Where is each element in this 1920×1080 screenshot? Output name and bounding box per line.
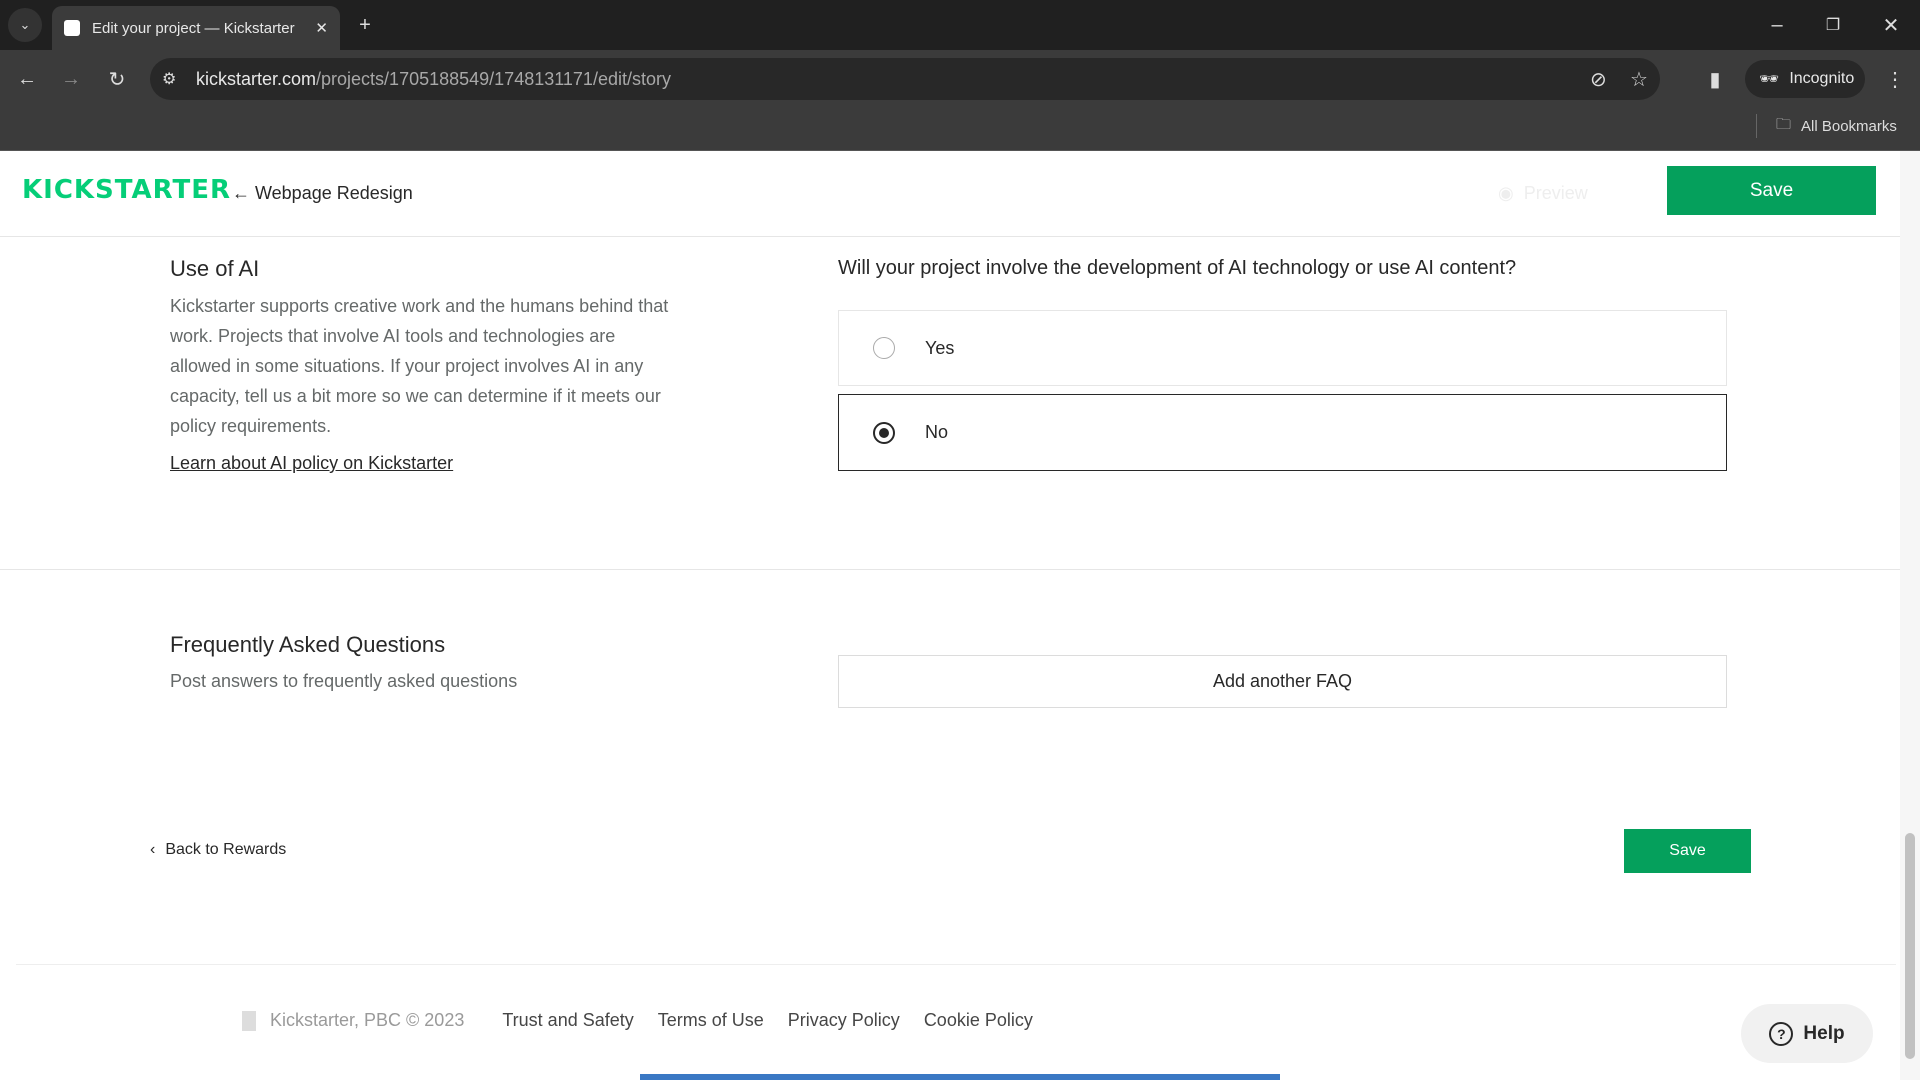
back-icon[interactable]: ←	[12, 64, 42, 94]
all-bookmarks[interactable]: 🗀 All Bookmarks	[1776, 114, 1897, 138]
back-to-rewards-link[interactable]: ‹ Back to Rewards	[150, 841, 286, 859]
menu-icon[interactable]: ⋮	[1880, 64, 1910, 94]
faq-subtitle: Post answers to frequently asked questio…	[170, 671, 518, 691]
reload-icon[interactable]: ↻	[102, 64, 132, 94]
site-info-icon[interactable]: ⚙	[162, 69, 176, 89]
new-tab-icon[interactable]: +	[350, 10, 380, 40]
tab-title: Edit your project — Kickstarter	[92, 19, 295, 37]
incognito-label: Incognito	[1789, 70, 1855, 87]
incognito-button[interactable]: 🕶 Incognito	[1745, 60, 1865, 98]
incognito-icon: 🕶	[1759, 71, 1780, 88]
option-yes-label: Yes	[925, 337, 955, 358]
save-button[interactable]: Save	[1667, 166, 1876, 215]
footer-link-privacy[interactable]: Privacy Policy	[788, 1010, 900, 1031]
section-divider	[0, 569, 1900, 570]
kickstarter-favicon-icon	[64, 20, 80, 36]
footer-divider	[16, 964, 1896, 965]
kickstarter-k-icon	[242, 1010, 256, 1031]
option-yes[interactable]: Yes	[838, 310, 1727, 386]
restore-icon[interactable]: ❐	[1818, 10, 1848, 40]
ai-description: Kickstarter supports creative work and t…	[170, 296, 669, 436]
address-bar[interactable]: ⚙ kickstarter.com/projects/1705188549/17…	[150, 58, 1660, 100]
footer-link-terms[interactable]: Terms of Use	[658, 1010, 764, 1031]
help-icon: ?	[1769, 1021, 1794, 1046]
add-faq-button[interactable]: Add another FAQ	[838, 655, 1727, 708]
footer-link-trust-safety[interactable]: Trust and Safety	[502, 1010, 633, 1031]
back-to-rewards-label: Back to Rewards	[165, 841, 287, 858]
scrollbar-thumb[interactable]	[1905, 833, 1915, 1059]
side-panel-icon[interactable]: ▮	[1700, 64, 1730, 94]
faq-title: Frequently Asked Questions	[170, 632, 446, 657]
ai-policy-link[interactable]: Learn about AI policy on Kickstarter	[170, 453, 453, 474]
footer-link-cookie[interactable]: Cookie Policy	[924, 1010, 1033, 1031]
close-tab-icon[interactable]: ✕	[315, 19, 328, 37]
save-bottom-button[interactable]: Save	[1624, 829, 1751, 873]
back-to-project-link[interactable]: ← Webpage Redesign	[232, 183, 413, 204]
copyright: Kickstarter, PBC © 2023	[270, 1010, 465, 1030]
help-button[interactable]: ? Help	[1741, 1004, 1873, 1063]
kickstarter-logo[interactable]: KICKSTARTER	[22, 175, 231, 205]
close-window-icon[interactable]: ✕	[1876, 10, 1906, 40]
ai-section-title: Use of AI	[170, 256, 260, 281]
url-domain: kickstarter.com	[196, 68, 317, 89]
minimize-icon[interactable]: –	[1762, 10, 1792, 40]
page-header: KICKSTARTER ← Webpage Redesign ◉ Preview …	[0, 151, 1900, 237]
progress-bar	[640, 1074, 1280, 1080]
folder-icon: 🗀	[1776, 115, 1792, 133]
bookmarks-label: All Bookmarks	[1801, 117, 1897, 135]
bookmark-star-icon[interactable]: ☆	[1630, 67, 1648, 92]
eye-off-icon[interactable]: ⊘	[1590, 67, 1607, 92]
radio-yes[interactable]	[873, 337, 895, 359]
footer: Kickstarter, PBC © 2023 Trust and Safety…	[242, 1010, 1057, 1031]
option-no[interactable]: No	[838, 394, 1727, 471]
chevron-left-icon: ‹	[150, 841, 156, 858]
divider	[1756, 114, 1757, 138]
tab-search-button[interactable]: ⌄	[8, 8, 42, 42]
browser-tab[interactable]: Edit your project — Kickstarter ✕	[52, 6, 340, 50]
ai-question: Will your project involve the developmen…	[838, 257, 1517, 279]
forward-icon[interactable]: →	[56, 64, 86, 94]
scrollbar[interactable]	[1900, 151, 1920, 1080]
preview-label: Preview	[1523, 183, 1588, 203]
url-path: /projects/1705188549/1748131171/edit/sto…	[316, 68, 671, 89]
eye-icon: ◉	[1498, 183, 1514, 203]
option-no-label: No	[925, 422, 949, 442]
radio-no[interactable]	[873, 421, 895, 444]
help-label: Help	[1803, 1022, 1845, 1044]
preview-button[interactable]: ◉ Preview	[1498, 183, 1588, 204]
